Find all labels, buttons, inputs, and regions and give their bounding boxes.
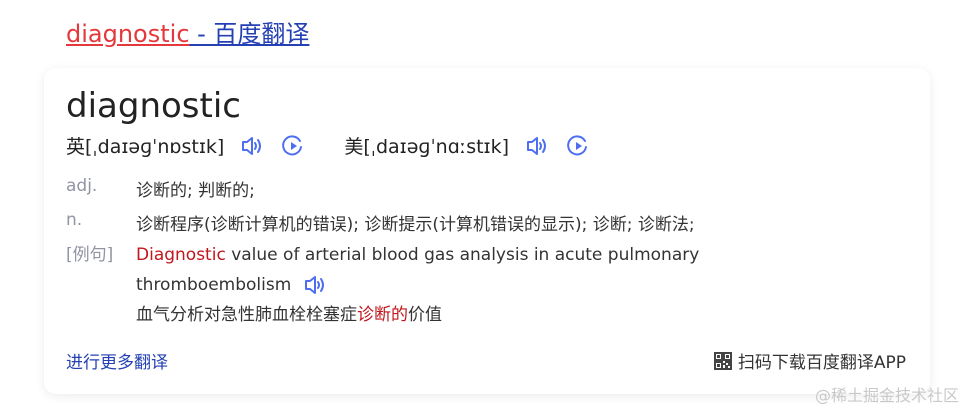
watermark: @稀土掘金技术社区 [814, 386, 959, 405]
phonetic-us: 美[ˌdaɪəɡˈnɑːstɪk] [344, 132, 591, 159]
example-highlight: Diagnostic [136, 245, 226, 265]
definition-pos: n. [66, 210, 83, 230]
app-download-promo[interactable]: 扫码下载百度翻译APP [713, 348, 906, 373]
example-zh-highlight: 诊断的 [357, 305, 408, 325]
play-circle-icon[interactable] [565, 133, 591, 159]
example-zh-before: 血气分析对急性肺血栓栓塞症 [136, 305, 357, 325]
definition-meaning: 诊断程序(诊断计算机的错误); 诊断提示(计算机错误的显示); 诊断; 诊断法; [136, 215, 695, 235]
more-translation-link[interactable]: 进行更多翻译 [66, 348, 168, 373]
example-en-line2: thromboembolism [136, 270, 699, 300]
qr-code-icon [713, 351, 732, 370]
phonetic-us-text: 美[ˌdaɪəɡˈnɑːstɪk] [344, 136, 510, 158]
example-en-text-2: thromboembolism [136, 275, 292, 295]
speaker-icon[interactable] [303, 272, 329, 298]
example-zh-line: 血气分析对急性肺血栓栓塞症 诊断的 价值 [136, 300, 699, 330]
speaker-icon[interactable] [240, 133, 266, 159]
speaker-icon[interactable] [525, 133, 551, 159]
app-promo-text: 扫码下载百度翻译APP [737, 353, 906, 373]
phonetic-uk: 英[ˌdaɪəɡˈnɒstɪk] [66, 132, 306, 159]
definition-meaning: 诊断的; 判断的; [136, 181, 255, 201]
play-circle-icon[interactable] [280, 133, 306, 159]
example-en-line1: Diagnostic value of arterial blood gas a… [136, 240, 699, 270]
phonetic-uk-text: 英[ˌdaɪəɡˈnɒstɪk] [66, 136, 225, 158]
translation-card: diagnostic 英[ˌdaɪəɡˈnɒstɪk] 美[ˌdaɪəɡˈnɑː… [44, 68, 930, 394]
result-title-word[interactable]: diagnostic [66, 20, 190, 48]
entry-word: diagnostic [66, 86, 241, 126]
definition-row: n. 诊断程序(诊断计算机的错误); 诊断提示(计算机错误的显示); 诊断; 诊… [66, 210, 695, 235]
definition-row: adj. 诊断的; 判断的; [66, 176, 255, 201]
phonetics-row: 英[ˌdaɪəɡˈnɒstɪk] 美[ˌdaɪəɡˈnɑːstɪk] [66, 132, 591, 159]
result-title[interactable]: diagnostic - 百度翻译 [66, 16, 309, 52]
example-block: Diagnostic value of arterial blood gas a… [136, 240, 699, 330]
result-title-source[interactable]: - 百度翻译 [190, 20, 309, 48]
definition-pos: adj. [66, 176, 98, 196]
example-label: [例句] [66, 245, 114, 265]
example-zh-after: 价值 [408, 305, 442, 325]
example-en-text: value of arterial blood gas analysis in … [225, 245, 700, 265]
